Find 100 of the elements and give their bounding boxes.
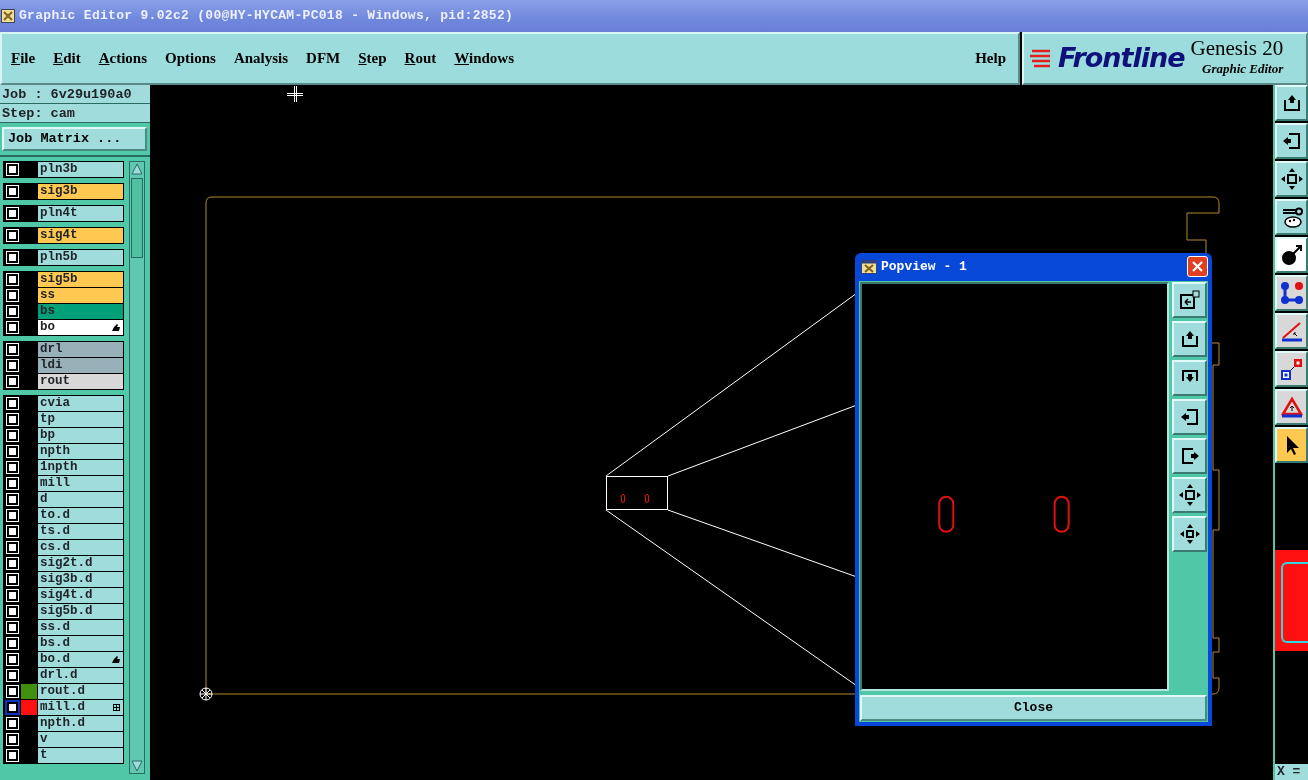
menu-item[interactable]: Step <box>358 47 387 70</box>
menu-item[interactable]: Windows <box>454 47 515 70</box>
tool-button[interactable] <box>1172 281 1207 318</box>
layer-toggle[interactable] <box>6 186 18 197</box>
layer-row[interactable]: bp <box>38 428 123 443</box>
layer-toggle[interactable] <box>6 510 18 521</box>
layer-toggle[interactable] <box>6 252 18 263</box>
layer-toggle[interactable] <box>6 376 18 387</box>
layer-row[interactable]: rout <box>38 374 123 389</box>
tool-button[interactable] <box>1172 398 1207 435</box>
layer-row[interactable]: tp <box>38 412 123 427</box>
tool-button[interactable] <box>1275 313 1308 349</box>
layer-toggle[interactable] <box>6 230 18 241</box>
layer-row[interactable]: t <box>38 748 123 763</box>
layer-toggle[interactable] <box>6 290 18 301</box>
layer-row[interactable]: ss.d <box>38 620 123 635</box>
tool-button[interactable] <box>1275 275 1308 311</box>
layer-row[interactable]: rout.d <box>38 684 123 699</box>
layer-toggle[interactable] <box>6 702 18 713</box>
layer-row[interactable]: d <box>38 492 123 507</box>
tool-button[interactable] <box>1275 351 1308 387</box>
layer-row[interactable]: sig4t <box>38 228 123 243</box>
tool-button[interactable] <box>1275 237 1308 273</box>
layer-toggle[interactable] <box>6 478 18 489</box>
layer-toggle[interactable] <box>6 718 18 729</box>
layer-row[interactable]: mill.d <box>38 700 123 715</box>
layer-row[interactable]: bo <box>38 320 123 335</box>
layer-row[interactable]: bs <box>38 304 123 319</box>
menu-item[interactable]: Options <box>165 47 216 70</box>
layer-toggle[interactable] <box>6 430 18 441</box>
close-button[interactable] <box>1187 256 1208 278</box>
layer-toggle[interactable] <box>6 360 18 371</box>
menu-item[interactable]: Rout <box>404 47 437 70</box>
layer-row[interactable]: bo.d <box>38 652 123 667</box>
layer-row[interactable]: pln3b <box>38 162 123 177</box>
layer-toggle[interactable] <box>6 322 18 333</box>
menu-item[interactable]: Edit <box>53 47 81 70</box>
help-menu[interactable]: Help <box>975 47 1006 70</box>
layer-toggle[interactable] <box>6 750 18 761</box>
tool-button[interactable] <box>1275 427 1308 463</box>
menu-item[interactable]: DFM <box>306 47 341 70</box>
layer-row[interactable]: ldi <box>38 358 123 373</box>
tool-button[interactable] <box>1172 320 1207 357</box>
layer-row[interactable]: sig3b.d <box>38 572 123 587</box>
menu-item[interactable]: File <box>11 47 36 70</box>
layer-row[interactable]: bs.d <box>38 636 123 651</box>
layer-toggle[interactable] <box>6 734 18 745</box>
layer-row[interactable]: sig4t.d <box>38 588 123 603</box>
layer-row[interactable]: sig3b <box>38 184 123 199</box>
layer-toggle[interactable] <box>6 670 18 681</box>
layer-row[interactable]: cvia <box>38 396 123 411</box>
layer-toggle[interactable] <box>6 686 18 697</box>
tool-button[interactable] <box>1172 359 1207 396</box>
layer-row[interactable]: pln4t <box>38 206 123 221</box>
layer-row[interactable]: sig2t.d <box>38 556 123 571</box>
tool-button[interactable] <box>1172 476 1207 513</box>
layer-toggle[interactable] <box>6 398 18 409</box>
layer-toggle[interactable] <box>6 638 18 649</box>
layer-row[interactable]: pln5b <box>38 250 123 265</box>
layer-row[interactable]: npth <box>38 444 123 459</box>
layer-toggle[interactable] <box>6 622 18 633</box>
layer-row[interactable]: ts.d <box>38 524 123 539</box>
tool-button[interactable] <box>1172 437 1207 474</box>
scroll-thumb[interactable] <box>131 178 143 258</box>
layer-row[interactable]: cs.d <box>38 540 123 555</box>
job-matrix-button[interactable]: Job Matrix ... <box>2 127 147 151</box>
tool-button[interactable] <box>1275 85 1308 121</box>
menu-item[interactable]: Analysis <box>233 47 289 70</box>
layer-row[interactable]: drl <box>38 342 123 357</box>
tool-button[interactable] <box>1275 123 1308 159</box>
layer-row[interactable]: npth.d <box>38 716 123 731</box>
layer-row[interactable]: mill <box>38 476 123 491</box>
layer-toggle[interactable] <box>6 654 18 665</box>
layer-row[interactable]: to.d <box>38 508 123 523</box>
tool-button[interactable] <box>1275 389 1308 425</box>
scroll-up-icon[interactable] <box>130 162 144 176</box>
tool-button[interactable] <box>1172 515 1207 552</box>
layer-row[interactable]: ss <box>38 288 123 303</box>
layer-toggle[interactable] <box>6 526 18 537</box>
close-button[interactable]: Close <box>860 695 1207 721</box>
layer-toggle[interactable] <box>6 306 18 317</box>
layer-toggle[interactable] <box>6 542 18 553</box>
layer-toggle[interactable] <box>6 462 18 473</box>
layer-toggle[interactable] <box>6 606 18 617</box>
layer-toggle[interactable] <box>6 164 18 175</box>
layer-toggle[interactable] <box>6 574 18 585</box>
layer-toggle[interactable] <box>6 274 18 285</box>
layer-toggle[interactable] <box>6 414 18 425</box>
layer-toggle[interactable] <box>6 208 18 219</box>
layer-row[interactable]: v <box>38 732 123 747</box>
layer-toggle[interactable] <box>6 494 18 505</box>
layer-toggle[interactable] <box>6 344 18 355</box>
layer-row[interactable]: 1npth <box>38 460 123 475</box>
scroll-down-icon[interactable] <box>130 759 144 773</box>
layer-toggle[interactable] <box>6 558 18 569</box>
menu-item[interactable]: Actions <box>98 47 148 70</box>
layer-row[interactable]: sig5b <box>38 272 123 287</box>
layer-toggle[interactable] <box>6 446 18 457</box>
layer-row[interactable]: sig5b.d <box>38 604 123 619</box>
tool-button[interactable] <box>1275 199 1308 235</box>
